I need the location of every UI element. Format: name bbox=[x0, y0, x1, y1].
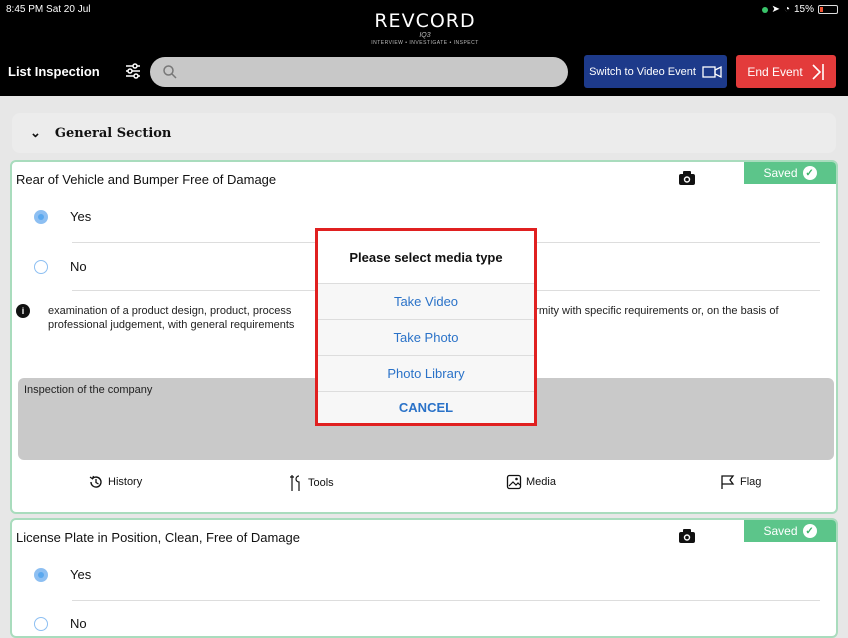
check-icon: ✓ bbox=[802, 166, 817, 180]
divider bbox=[72, 600, 820, 601]
location-icon: ➤ bbox=[771, 4, 780, 15]
exit-arrow-icon bbox=[812, 63, 824, 80]
option-label: Yes bbox=[70, 209, 92, 224]
tools-icon bbox=[290, 475, 300, 491]
battery-icon bbox=[818, 5, 838, 14]
status-indicators: ➤ ◔ 15% bbox=[761, 4, 838, 15]
radio-option-no[interactable]: No bbox=[34, 616, 87, 631]
description-line-2: professional judgement, with general req… bbox=[48, 319, 295, 331]
flag-button[interactable]: Flag bbox=[720, 474, 761, 490]
battery-percent: 15% bbox=[793, 4, 814, 15]
history-button[interactable]: History bbox=[88, 474, 142, 490]
tools-button[interactable]: Tools bbox=[288, 474, 334, 492]
radio-selected-icon bbox=[34, 567, 48, 582]
wifi-icon: ◔ bbox=[783, 4, 790, 15]
inspection-card: License Plate in Position, Clean, Free o… bbox=[10, 518, 838, 638]
check-icon: ✓ bbox=[802, 524, 817, 538]
media-button[interactable]: Media bbox=[506, 474, 556, 490]
card-actions: History Tools Media Flag bbox=[12, 474, 836, 500]
history-label: History bbox=[108, 476, 143, 488]
radio-option-yes[interactable]: Yes bbox=[34, 209, 91, 224]
image-icon bbox=[506, 474, 522, 490]
radio-selected-icon bbox=[34, 209, 48, 224]
page-title: List Inspection bbox=[8, 64, 100, 79]
section-title: General Section bbox=[54, 125, 172, 141]
search-input[interactable] bbox=[150, 57, 568, 87]
flag-icon bbox=[721, 475, 735, 489]
flag-label: Flag bbox=[740, 476, 762, 488]
radio-option-yes[interactable]: Yes bbox=[34, 567, 91, 582]
camera-icon[interactable] bbox=[678, 528, 696, 544]
filter-sliders-icon[interactable] bbox=[124, 62, 142, 80]
option-label: Yes bbox=[70, 567, 92, 582]
logo-tagline: INTERVIEW • INVESTIGATE • INSPECT bbox=[371, 40, 479, 46]
question-title: Rear of Vehicle and Bumper Free of Damag… bbox=[16, 172, 277, 187]
search-icon bbox=[163, 65, 177, 79]
media-label: Media bbox=[526, 476, 556, 488]
media-type-dialog: Please select media type Take Video Take… bbox=[315, 228, 537, 426]
history-icon bbox=[89, 475, 102, 488]
radio-unselected-icon bbox=[34, 259, 48, 274]
radio-unselected-icon bbox=[34, 616, 48, 631]
end-event-button[interactable]: End Event bbox=[736, 55, 836, 88]
end-event-label: End Event bbox=[747, 64, 803, 79]
saved-badge: Saved ✓ bbox=[744, 520, 836, 542]
take-video-option[interactable]: Take Video bbox=[318, 283, 534, 319]
logo-script: IQ3 bbox=[419, 32, 431, 39]
section-header[interactable]: ⌄ General Section bbox=[12, 113, 836, 153]
saved-badge: Saved ✓ bbox=[744, 162, 836, 184]
info-icon: i bbox=[16, 304, 30, 318]
question-title: License Plate in Position, Clean, Free o… bbox=[16, 530, 300, 545]
switch-to-video-label: Switch to Video Event bbox=[589, 65, 696, 78]
option-label: No bbox=[70, 616, 87, 631]
chevron-down-icon: ⌄ bbox=[30, 125, 41, 141]
top-bar: 8:45 PM Sat 20 Jul ➤ ◔ 15% REVCORD IQ3 I… bbox=[0, 0, 848, 96]
app-logo: REVCORD IQ3 INTERVIEW • INVESTIGATE • IN… bbox=[360, 10, 490, 46]
saved-label: Saved bbox=[763, 524, 798, 538]
saved-label: Saved bbox=[763, 166, 798, 180]
camera-icon[interactable] bbox=[678, 170, 696, 186]
option-label: No bbox=[70, 259, 87, 274]
recording-dot-icon bbox=[761, 6, 768, 13]
tools-label: Tools bbox=[308, 477, 334, 489]
dialog-title: Please select media type bbox=[349, 249, 503, 265]
video-camera-icon bbox=[702, 65, 722, 78]
description-line-1-right: formity with specific requirements or, o… bbox=[526, 305, 779, 317]
photo-library-option[interactable]: Photo Library bbox=[318, 355, 534, 391]
radio-option-no[interactable]: No bbox=[34, 259, 87, 274]
description-line-1: examination of a product design, product… bbox=[48, 305, 292, 317]
switch-to-video-button[interactable]: Switch to Video Event bbox=[584, 55, 727, 88]
logo-name: REVCORD bbox=[374, 10, 476, 32]
cancel-button[interactable]: CANCEL bbox=[318, 391, 534, 423]
status-time: 8:45 PM Sat 20 Jul bbox=[6, 4, 91, 15]
take-photo-option[interactable]: Take Photo bbox=[318, 319, 534, 355]
